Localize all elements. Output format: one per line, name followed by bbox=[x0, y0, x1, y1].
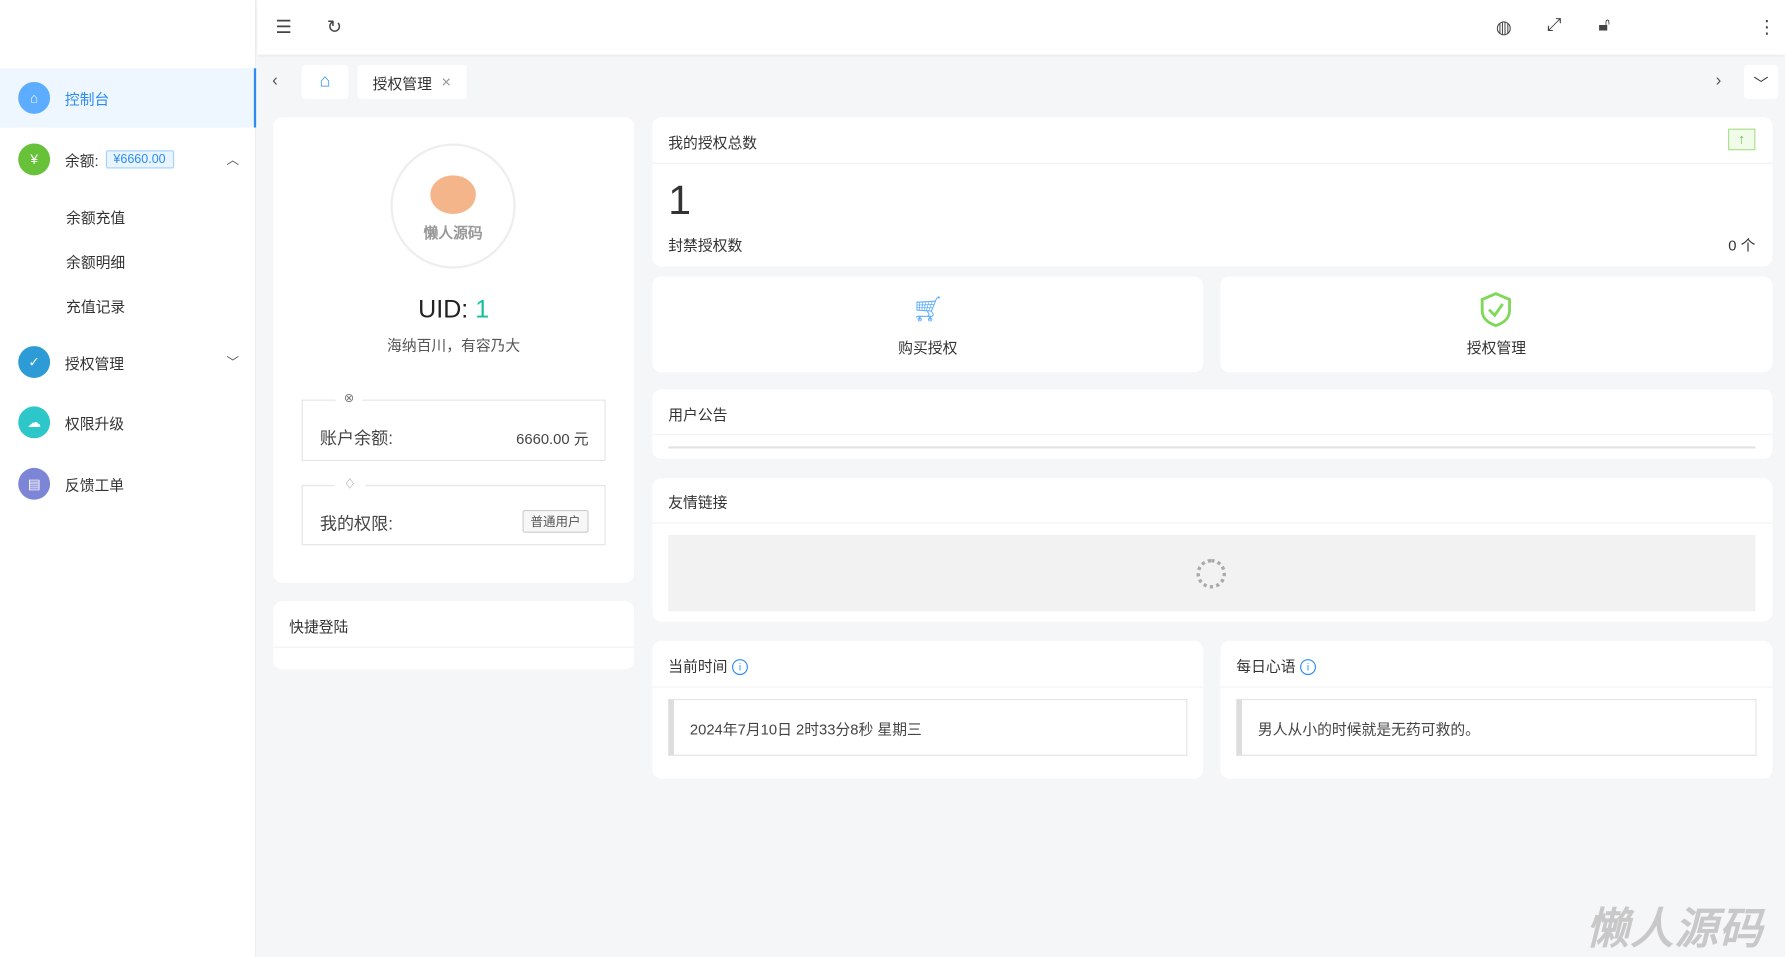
sidebar-item-label: 权限升级 bbox=[64, 414, 125, 433]
logo-text: 懒人源码 bbox=[423, 223, 483, 241]
total-count: 1 bbox=[668, 176, 692, 224]
divider bbox=[652, 686, 1204, 688]
loading-spinner-icon bbox=[1196, 558, 1227, 589]
card-title: 我的授权总数 bbox=[668, 134, 758, 152]
shield-icon: ✓ bbox=[18, 346, 51, 378]
chevron-up-icon: ︿ bbox=[226, 153, 240, 168]
banned-label: 封禁授权数 bbox=[668, 236, 743, 254]
home-icon: ⌂ bbox=[319, 71, 331, 92]
balance-badge: ¥6660.00 bbox=[105, 150, 174, 169]
card-title: 当前时间 i bbox=[668, 655, 748, 677]
permission-badge: 普通用户 bbox=[522, 510, 589, 533]
sidebar-subitem-detail[interactable]: 余额明细 bbox=[66, 250, 125, 272]
refresh-icon[interactable]: ↻ bbox=[327, 16, 342, 39]
tab-license[interactable]: 授权管理 ✕ bbox=[357, 64, 467, 100]
diamond-icon: ♢ bbox=[334, 475, 366, 492]
notice-card: 用户公告 bbox=[652, 389, 1773, 459]
permission-label: 我的权限: bbox=[319, 514, 393, 534]
balance-label: 账户余额: bbox=[319, 429, 393, 449]
home-icon: ⌂ bbox=[18, 81, 51, 114]
cloud-upload-icon: ☁ bbox=[18, 406, 51, 439]
action-label: 授权管理 bbox=[1466, 339, 1527, 357]
divider bbox=[652, 162, 1773, 164]
sidebar-item-balance[interactable]: ¥ 余额: ¥6660.00 ︿ bbox=[0, 130, 256, 189]
close-icon[interactable]: ✕ bbox=[441, 75, 451, 90]
clipboard-icon: ▤ bbox=[18, 467, 51, 500]
sidebar-item-upgrade[interactable]: ☁ 权限升级 bbox=[0, 393, 256, 452]
tab-home[interactable]: ⌂ bbox=[301, 64, 349, 100]
permission-box: ♢ 我的权限: 普通用户 bbox=[301, 475, 606, 546]
shield-check-icon bbox=[1480, 292, 1511, 328]
card-title: 快捷登陆 bbox=[289, 618, 349, 636]
tab-label: 授权管理 bbox=[372, 74, 432, 92]
sidebar-subitem-records[interactable]: 充值记录 bbox=[66, 295, 125, 317]
license-stats-card: 我的授权总数 ↑ 1 封禁授权数 0 个 bbox=[652, 117, 1773, 267]
yen-icon: ¥ bbox=[18, 143, 51, 176]
menu-fold-icon[interactable]: ☰ bbox=[275, 16, 291, 39]
sidebar-subitem-recharge[interactable]: 余额充值 bbox=[66, 206, 125, 228]
globe-icon[interactable]: ◍ bbox=[1496, 16, 1512, 39]
sidebar-item-license[interactable]: ✓ 授权管理 ﹀ bbox=[0, 332, 256, 391]
buy-license-button[interactable]: 🛒︎ 购买授权 bbox=[652, 276, 1204, 373]
profile-card: 懒人源码 UID: 1 海纳百川，有容乃大 ⊗ 账户余额: 6660.00 元 … bbox=[273, 117, 635, 583]
balance-box: ⊗ 账户余额: 6660.00 元 bbox=[301, 390, 606, 462]
watermark: 懒人源码 bbox=[1585, 906, 1764, 954]
divider bbox=[652, 522, 1773, 524]
card-title: 友情链接 bbox=[668, 494, 728, 512]
tabs-next-icon[interactable]: › bbox=[1716, 71, 1722, 90]
chevron-down-icon: ﹀ bbox=[226, 356, 240, 370]
motto: 海纳百川，有容乃大 bbox=[387, 336, 521, 355]
info-icon[interactable]: i bbox=[732, 659, 748, 676]
sidebar-item-feedback[interactable]: ▤ 反馈工单 bbox=[0, 454, 256, 513]
links-loading-area bbox=[668, 535, 1756, 612]
uid-label: UID: bbox=[418, 294, 469, 324]
sidebar-item-label: 余额: bbox=[64, 151, 99, 170]
topbar: ☰ ↻ ◍ ⤢ 🔓︎ ⋮ bbox=[257, 0, 1785, 55]
divider bbox=[652, 433, 1773, 435]
divider bbox=[273, 646, 635, 648]
current-time-card: 当前时间 i 2024年7月10日 2时33分8秒 星期三 bbox=[652, 640, 1204, 779]
notice-content bbox=[668, 446, 1756, 449]
daily-quote-value: 男人从小的时候就是无药可救的。 bbox=[1236, 698, 1757, 756]
card-title-text: 当前时间 bbox=[668, 657, 728, 676]
yen-icon: ⊗ bbox=[334, 390, 364, 406]
quick-login-card: 快捷登陆 bbox=[273, 601, 635, 670]
info-icon[interactable]: i bbox=[1300, 659, 1317, 676]
lock-icon[interactable]: 🔓︎ bbox=[1598, 16, 1610, 36]
more-icon[interactable]: ⋮ bbox=[1758, 16, 1776, 39]
tabs-dropdown[interactable]: ﹀ bbox=[1744, 64, 1779, 100]
avatar: 懒人源码 bbox=[390, 143, 516, 269]
balance-value: 6660.00 元 bbox=[516, 430, 589, 448]
chevron-down-icon: ﹀ bbox=[1753, 74, 1769, 92]
fullscreen-icon[interactable]: ⤢ bbox=[1547, 16, 1562, 36]
tabs-prev-icon[interactable]: ‹ bbox=[272, 71, 278, 90]
card-title: 用户公告 bbox=[668, 406, 728, 424]
card-title-text: 每日心语 bbox=[1236, 657, 1296, 676]
uid-value: 1 bbox=[475, 294, 490, 324]
banned-count: 0 个 bbox=[1728, 236, 1756, 254]
links-card: 友情链接 bbox=[652, 478, 1773, 622]
divider bbox=[1220, 686, 1773, 688]
sidebar-item-label: 授权管理 bbox=[64, 354, 125, 372]
sidebar-item-label: 控制台 bbox=[64, 90, 110, 108]
sidebar-item-dashboard[interactable]: ⌂ 控制台 bbox=[0, 68, 257, 128]
sidebar: ⌂ 控制台 ¥ 余额: ¥6660.00 ︿ 余额充值 余额明细 充值记录 ✓ … bbox=[0, 0, 257, 957]
sidebar-item-label: 反馈工单 bbox=[64, 476, 125, 494]
action-label: 购买授权 bbox=[898, 339, 958, 357]
uid: UID: 1 bbox=[273, 295, 634, 325]
daily-quote-card: 每日心语 i 男人从小的时候就是无药可救的。 bbox=[1220, 640, 1773, 779]
pig-logo-icon bbox=[430, 174, 476, 214]
cart-icon: 🛒︎ bbox=[911, 294, 944, 324]
current-time-value: 2024年7月10日 2时33分8秒 星期三 bbox=[668, 698, 1188, 756]
card-title: 每日心语 i bbox=[1236, 655, 1317, 677]
license-management-button[interactable]: 授权管理 bbox=[1220, 276, 1773, 373]
arrow-up-icon: ↑ bbox=[1728, 128, 1756, 151]
